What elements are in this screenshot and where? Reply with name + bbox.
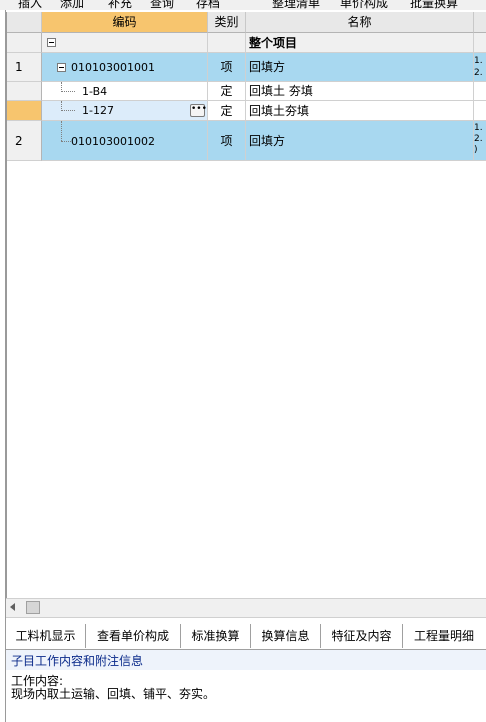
scroll-thumb[interactable] bbox=[26, 601, 40, 614]
header-extra bbox=[474, 12, 486, 33]
table-row[interactable]: 2 010103001002 项 回填方 1. 2. ) bbox=[7, 121, 486, 161]
header-type[interactable]: 类别 bbox=[208, 12, 246, 33]
row-code: 1-127 bbox=[82, 104, 114, 117]
group-row[interactable]: 整个项目 bbox=[7, 33, 486, 53]
row-type: 项 bbox=[208, 53, 246, 82]
tab-features-content[interactable]: 特征及内容 bbox=[321, 624, 403, 648]
row-code: 1-B4 bbox=[82, 85, 108, 98]
scroll-left-icon[interactable] bbox=[10, 603, 15, 611]
row-number: 2 bbox=[7, 121, 42, 161]
row-name: 回填土 夯填 bbox=[246, 82, 474, 101]
table-row[interactable]: 1-B4 定 回填土 夯填 bbox=[7, 82, 486, 101]
info-panel-body[interactable]: 工作内容: 现场内取土运输、回填、铺平、夯实。 bbox=[6, 670, 486, 722]
row-code: 010103001001 bbox=[71, 61, 155, 74]
toolbar-unit-price[interactable]: 单价构成 bbox=[340, 0, 388, 10]
toolbar-query[interactable]: 查询 bbox=[150, 0, 174, 10]
toolbar-batch-convert[interactable]: 批量换算 bbox=[410, 0, 458, 10]
row-extra-line: 2. bbox=[474, 68, 483, 78]
header-name[interactable]: 名称 bbox=[246, 12, 474, 33]
toolbar-add[interactable]: 添加 bbox=[60, 0, 84, 10]
header-code[interactable]: 编码 bbox=[42, 12, 208, 33]
row-name: 回填方 bbox=[246, 121, 474, 161]
toolbar-supplement[interactable]: 补充 bbox=[108, 0, 132, 10]
horizontal-scrollbar[interactable] bbox=[6, 598, 486, 618]
ellipsis-button-icon[interactable]: ••• bbox=[190, 104, 207, 117]
collapse-all-icon[interactable] bbox=[47, 38, 56, 47]
item-grid: 编码 类别 名称 整个项目 1 010103001001 项 回填方 1. 2.… bbox=[6, 12, 486, 598]
row-name: 回填方 bbox=[246, 53, 474, 82]
row-extra-line: 1. bbox=[474, 56, 483, 66]
row-type: 项 bbox=[208, 121, 246, 161]
toolbar-organize-list[interactable]: 整理清单 bbox=[272, 0, 320, 10]
row-extra-line: 2. bbox=[474, 134, 483, 144]
toolbar-insert[interactable]: 插入 bbox=[18, 0, 42, 10]
table-row[interactable]: 1 010103001001 项 回填方 1. 2. bbox=[7, 53, 486, 82]
tab-conversion-info[interactable]: 换算信息 bbox=[251, 624, 321, 648]
row-number: 1 bbox=[7, 53, 42, 82]
row-type: 定 bbox=[208, 82, 246, 101]
toolbar: 插入 添加 补充 查询 存档 整理清单 单价构成 批量换算 bbox=[0, 0, 486, 10]
group-label: 整个项目 bbox=[246, 33, 474, 53]
tab-unit-price-composition[interactable]: 查看单价构成 bbox=[86, 624, 181, 648]
bottom-tabs: 工料机显示 查看单价构成 标准换算 换算信息 特征及内容 工程量明细 bbox=[6, 624, 486, 648]
row-type: 定 bbox=[208, 101, 246, 121]
table-row-selected[interactable]: 1-127 ••• 定 回填土夯填 bbox=[7, 101, 486, 121]
collapse-row-icon[interactable] bbox=[57, 63, 66, 72]
info-panel-title: 子目工作内容和附注信息 bbox=[11, 654, 144, 668]
info-panel-header: 子目工作内容和附注信息 bbox=[6, 649, 486, 671]
row-extra-line: ) bbox=[474, 145, 478, 155]
header-rownum bbox=[7, 12, 42, 33]
row-code: 010103001002 bbox=[71, 135, 155, 148]
tab-quantity-details[interactable]: 工程量明细 bbox=[403, 624, 485, 648]
info-line-content: 现场内取土运输、回填、铺平、夯实。 bbox=[11, 687, 216, 701]
row-name: 回填土夯填 bbox=[246, 101, 474, 121]
row-extra-line: 1. bbox=[474, 123, 483, 133]
toolbar-archive[interactable]: 存档 bbox=[196, 0, 220, 10]
tab-standard-conversion[interactable]: 标准换算 bbox=[181, 624, 251, 648]
tab-labor-material-machine[interactable]: 工料机显示 bbox=[6, 624, 86, 648]
